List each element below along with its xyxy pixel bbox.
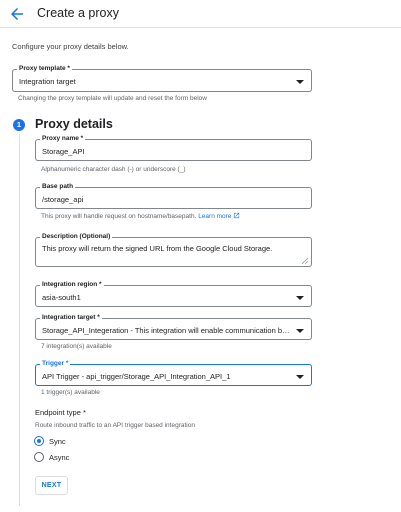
resize-handle-icon[interactable] bbox=[302, 258, 308, 264]
trigger-value: API Trigger - api_trigger/Storage_API_In… bbox=[42, 372, 231, 381]
integration-region-select[interactable]: Integration region * asia-south1 bbox=[35, 281, 312, 307]
integration-target-hint: 7 integration(s) available bbox=[41, 343, 112, 350]
description-label: Description (Optional) bbox=[40, 233, 113, 240]
integration-region-label: Integration region * bbox=[40, 281, 104, 288]
chevron-down-icon bbox=[296, 329, 304, 333]
arrow-left-icon[interactable] bbox=[8, 5, 26, 23]
step-connector-line bbox=[19, 134, 20, 506]
endpoint-type-hint: Route inbound traffic to an API trigger … bbox=[35, 422, 195, 429]
radio-sync[interactable]: Sync bbox=[34, 435, 114, 447]
integration-target-label: Integration target * bbox=[40, 314, 102, 321]
base-path-input[interactable]: Base path /storage_api bbox=[35, 183, 312, 209]
base-path-value: /storage_api bbox=[42, 195, 84, 204]
step-title: Proxy details bbox=[35, 117, 113, 131]
proxy-template-label: Proxy template * bbox=[17, 65, 72, 72]
chevron-down-icon bbox=[296, 375, 304, 379]
description-value: This proxy will return the signed URL fr… bbox=[42, 244, 273, 253]
proxy-name-hint: Alphanumeric character dash (-) or under… bbox=[41, 166, 186, 173]
learn-more-link[interactable]: Learn more bbox=[198, 212, 240, 220]
proxy-template-select[interactable]: Proxy template * Integration target bbox=[12, 65, 312, 92]
base-path-hint: This proxy will handle request on hostna… bbox=[41, 212, 240, 220]
learn-more-label: Learn more bbox=[198, 213, 232, 220]
integration-target-select[interactable]: Integration target * Storage_API_Integer… bbox=[35, 314, 312, 340]
trigger-label: Trigger * bbox=[40, 360, 71, 367]
proxy-template-value: Integration target bbox=[19, 77, 76, 86]
radio-unchecked-icon bbox=[34, 452, 44, 462]
proxy-name-input[interactable]: Proxy name * Storage_API bbox=[35, 135, 312, 161]
base-path-label: Base path bbox=[40, 183, 76, 190]
radio-async-label: Async bbox=[49, 453, 70, 462]
chevron-down-icon bbox=[296, 296, 304, 300]
top-bar: Create a proxy bbox=[0, 0, 401, 28]
proxy-name-value: Storage_API bbox=[42, 147, 85, 156]
proxy-name-label: Proxy name * bbox=[40, 135, 86, 142]
base-path-hint-text: This proxy will handle request on hostna… bbox=[41, 213, 197, 220]
chevron-down-icon bbox=[296, 80, 304, 84]
description-textarea[interactable]: Description (Optional) This proxy will r… bbox=[35, 233, 312, 267]
page-title: Create a proxy bbox=[37, 6, 119, 20]
trigger-hint: 1 trigger(s) available bbox=[41, 389, 100, 396]
integration-target-value: Storage_API_Integeration - This integrat… bbox=[42, 326, 293, 335]
trigger-select[interactable]: Trigger * API Trigger - api_trigger/Stor… bbox=[35, 360, 312, 386]
radio-async[interactable]: Async bbox=[34, 451, 114, 463]
step-number-badge: 1 bbox=[13, 119, 25, 131]
proxy-template-hint: Changing the proxy template will update … bbox=[18, 95, 207, 102]
endpoint-type-label: Endpoint type * bbox=[35, 408, 86, 417]
next-button[interactable]: NEXT bbox=[35, 476, 68, 495]
external-link-icon bbox=[234, 212, 240, 219]
radio-checked-icon bbox=[34, 436, 44, 446]
radio-sync-label: Sync bbox=[49, 437, 66, 446]
integration-region-value: asia-south1 bbox=[42, 293, 81, 302]
intro-text: Configure your proxy details below. bbox=[12, 42, 129, 51]
